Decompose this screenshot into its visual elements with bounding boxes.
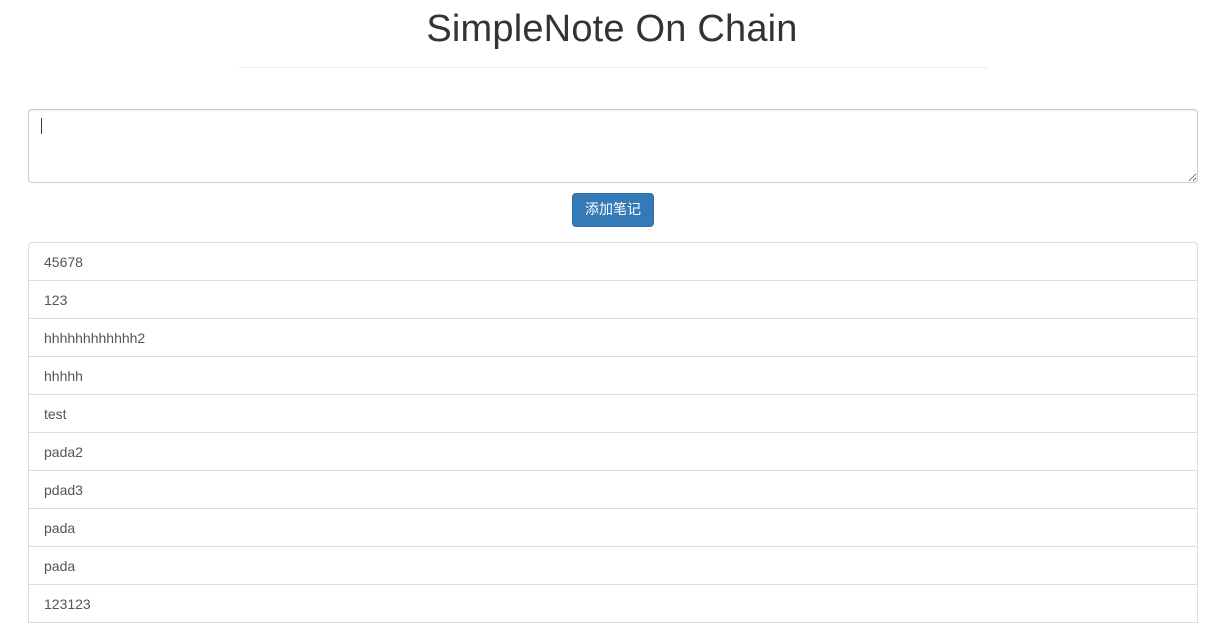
list-item[interactable]: hhhhh [28,356,1198,395]
page-title: SimpleNote On Chain [426,8,798,50]
list-item[interactable]: 123123 [28,584,1198,623]
text-caret [41,118,42,134]
list-item[interactable]: test [28,394,1198,433]
note-textarea[interactable] [28,109,1198,183]
notes-list: 45678 123 hhhhhhhhhhhh2 hhhhh test pada2… [28,242,1198,623]
list-item[interactable]: 45678 [28,242,1198,281]
list-item[interactable]: pada [28,546,1198,585]
page-header: SimpleNote On Chain [0,0,1224,70]
add-note-button[interactable]: 添加笔记 [572,193,654,227]
list-item[interactable]: pada2 [28,432,1198,471]
title-divider [238,67,988,68]
list-item[interactable]: 123 [28,280,1198,319]
list-item[interactable]: hhhhhhhhhhhh2 [28,318,1198,357]
list-item[interactable]: pdad3 [28,470,1198,509]
list-item[interactable]: pada [28,508,1198,547]
